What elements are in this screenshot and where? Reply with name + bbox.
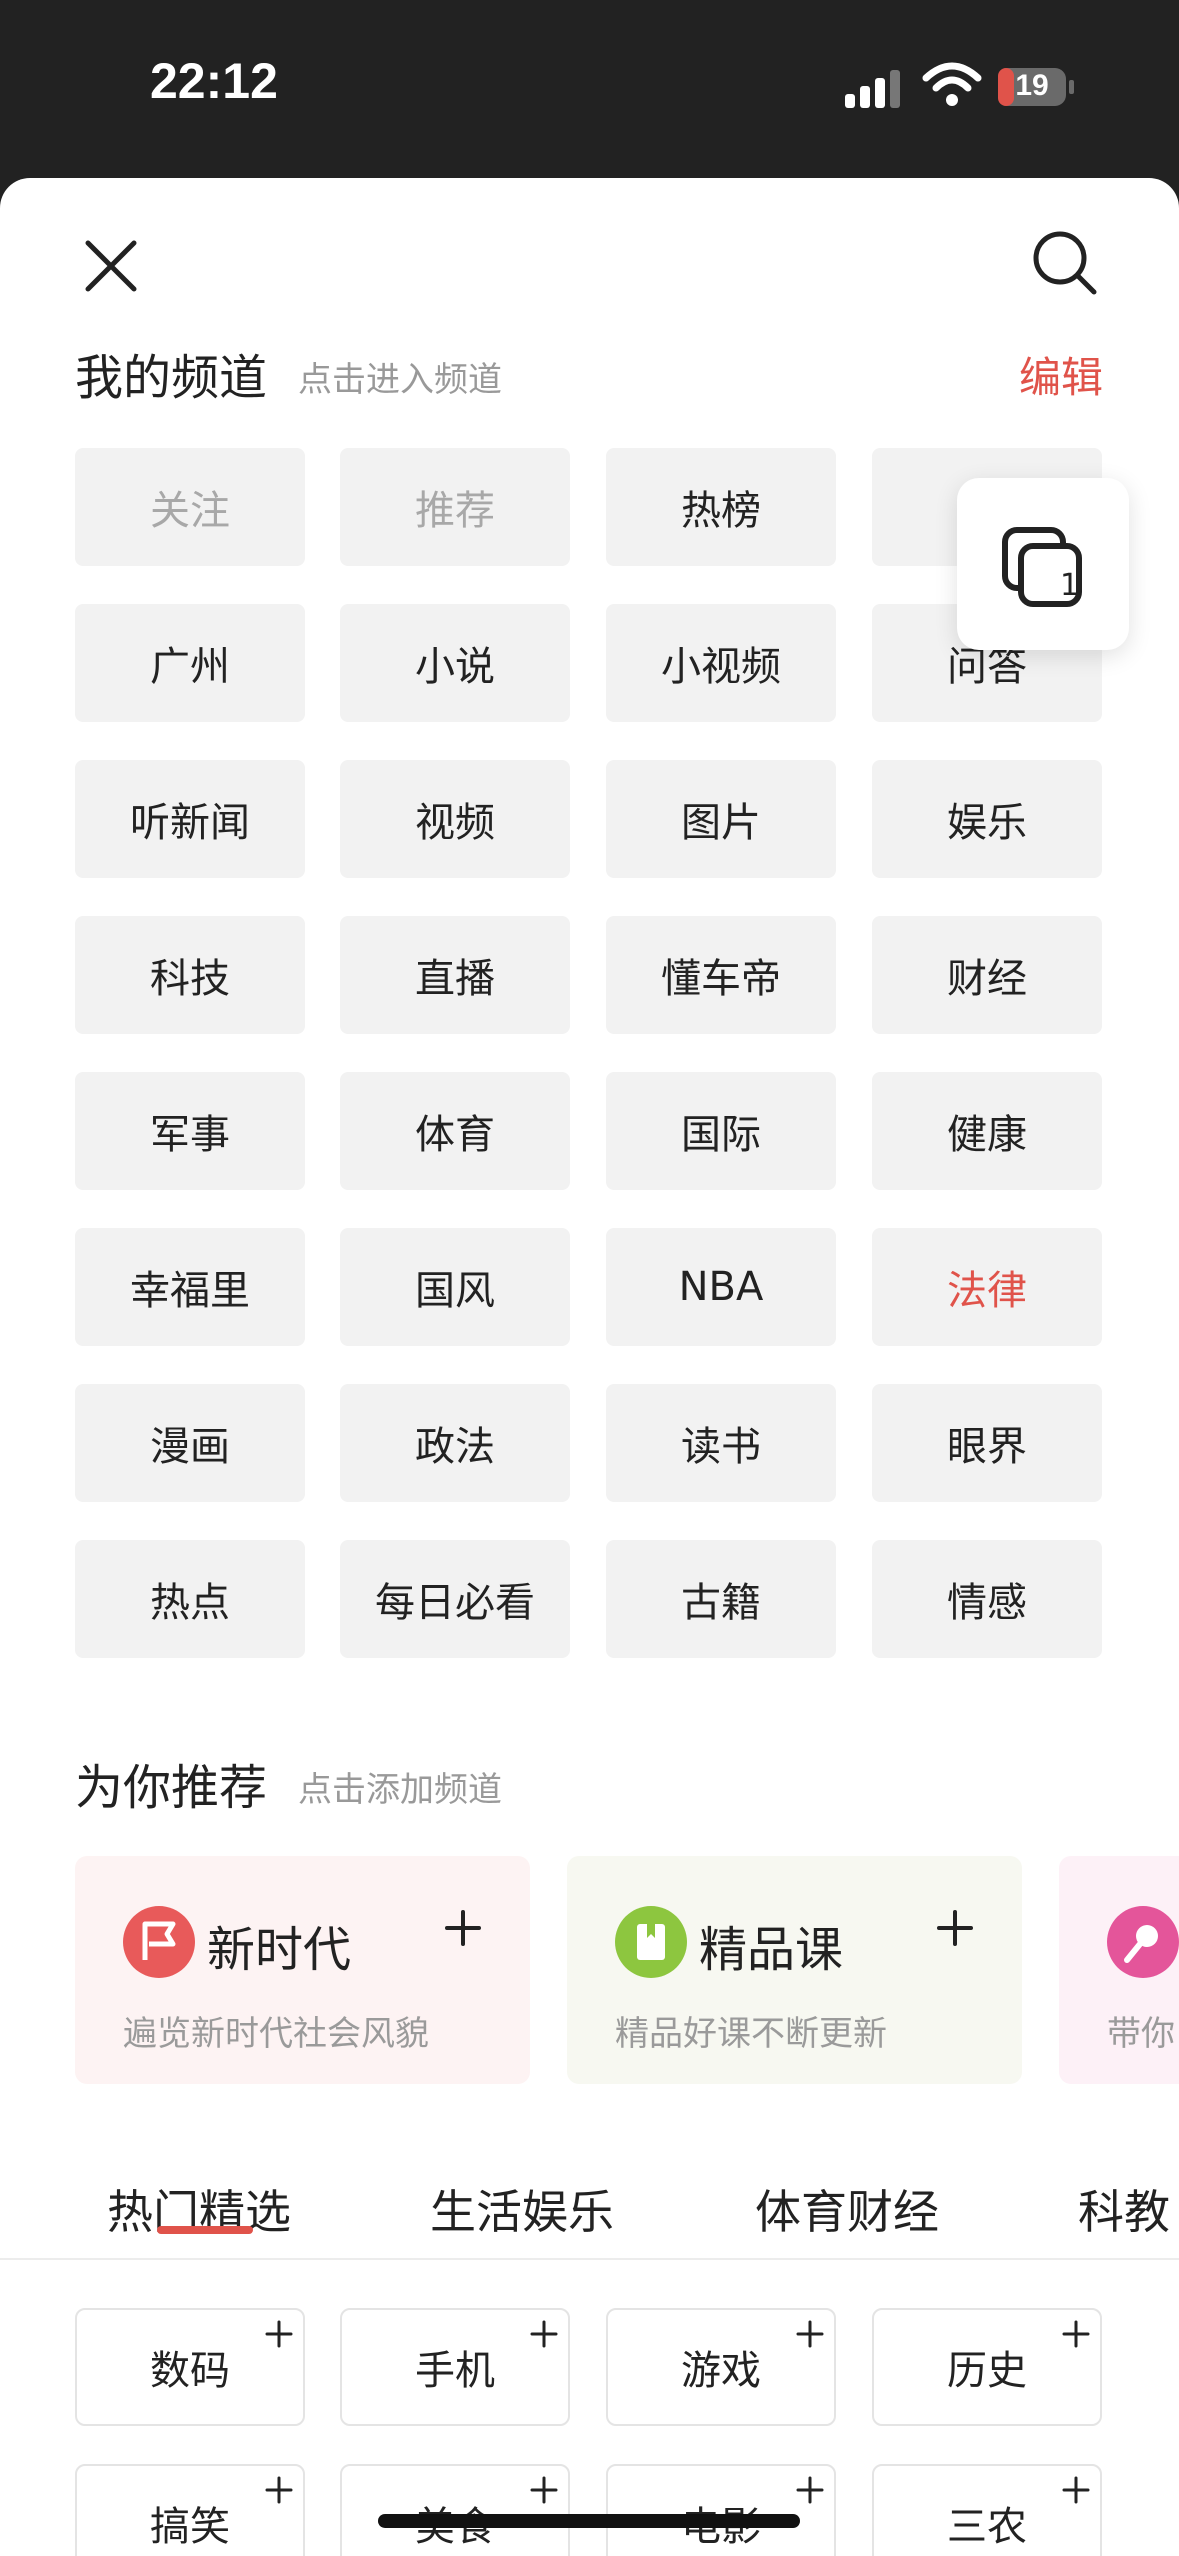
channel-tile[interactable]: 直播 — [340, 916, 570, 1034]
microphone-icon — [1107, 1906, 1179, 1978]
close-icon[interactable] — [78, 233, 144, 299]
plus-icon[interactable] — [443, 1908, 483, 1948]
add-channel-tile[interactable]: 手机 — [340, 2308, 570, 2426]
plus-icon — [265, 2476, 293, 2504]
add-channel-label: 游戏 — [681, 2348, 761, 2394]
channel-tile[interactable]: 古籍 — [606, 1540, 836, 1658]
channel-tile[interactable]: 小说 — [340, 604, 570, 722]
plus-icon — [530, 2476, 558, 2504]
channel-tile[interactable]: 政法 — [340, 1384, 570, 1502]
channel-tile[interactable]: 国风 — [340, 1228, 570, 1346]
add-channel-label: 历史 — [947, 2348, 1027, 2394]
recommend-card[interactable]: 新时代遍览新时代社会风貌 — [75, 1856, 530, 2084]
add-channel-tile[interactable]: 三农 — [872, 2464, 1102, 2556]
recommend-card-title: 精品课 — [699, 1922, 844, 1978]
active-tab-indicator — [157, 2226, 253, 2234]
add-channel-label: 数码 — [150, 2348, 230, 2394]
category-tabs: 热门精选 生活娱乐 体育财经 科教 — [0, 2158, 1179, 2260]
recommend-card-subtitle: 遍览新时代社会风貌 — [123, 2014, 429, 2054]
channel-tile[interactable]: 眼界 — [872, 1384, 1102, 1502]
search-icon[interactable] — [1030, 228, 1100, 298]
plus-icon — [796, 2476, 824, 2504]
floating-card-count: 1 — [1060, 568, 1080, 603]
channel-tile[interactable]: 视频 — [340, 760, 570, 878]
add-channel-tile[interactable]: 数码 — [75, 2308, 305, 2426]
cellular-signal-icon — [845, 70, 900, 108]
status-bar: 22:12 19 — [0, 0, 1179, 178]
recommend-card-subtitle: 精品好课不断更新 — [615, 2014, 887, 2054]
channel-tile[interactable]: 懂车帝 — [606, 916, 836, 1034]
recommend-card[interactable]: 精品课精品好课不断更新 — [567, 1856, 1022, 2084]
my-channels-title: 我的频道 — [75, 350, 268, 406]
channel-sheet: 我的频道 点击进入频道 编辑 关注推荐热榜宠广州小说小视频问答听新闻视频图片娱乐… — [0, 178, 1179, 2556]
category-tab[interactable]: 科教 — [1078, 2176, 1170, 2242]
channel-tile[interactable]: 图片 — [606, 760, 836, 878]
home-indicator — [378, 2514, 800, 2528]
add-channel-tile[interactable]: 历史 — [872, 2308, 1102, 2426]
add-channel-label: 三农 — [947, 2504, 1027, 2550]
channel-tile[interactable]: NBA — [606, 1228, 836, 1346]
battery-level: 19 — [1015, 69, 1049, 102]
channel-tile[interactable]: 读书 — [606, 1384, 836, 1502]
channel-tile[interactable]: 漫画 — [75, 1384, 305, 1502]
my-channels-hint: 点击进入频道 — [298, 360, 502, 400]
channel-tile[interactable]: 推荐 — [340, 448, 570, 566]
channel-tile[interactable]: 财经 — [872, 916, 1102, 1034]
add-channel-tile[interactable]: 美食 — [340, 2464, 570, 2556]
channel-tile[interactable]: 关注 — [75, 448, 305, 566]
recommend-card-subtitle: 带你 — [1107, 2014, 1175, 2054]
copy-icon — [1002, 527, 1082, 607]
channel-tile[interactable]: 情感 — [872, 1540, 1102, 1658]
channel-tile[interactable]: 广州 — [75, 604, 305, 722]
category-tab[interactable]: 生活娱乐 — [430, 2176, 614, 2242]
status-time: 22:12 — [150, 53, 278, 109]
recommend-card-title: 新时代 — [207, 1922, 352, 1978]
add-channel-tile[interactable]: 电影 — [606, 2464, 836, 2556]
channel-tile[interactable]: 军事 — [75, 1072, 305, 1190]
category-tab[interactable]: 体育财经 — [755, 2176, 939, 2242]
recommend-cards: 新时代 遍览新时代社会风貌 精品课 精品好课不断更新 带你 — [75, 1856, 1179, 2084]
channel-tile[interactable]: 法律 — [872, 1228, 1102, 1346]
channel-tile[interactable]: 健康 — [872, 1072, 1102, 1190]
channel-tile[interactable]: 娱乐 — [872, 760, 1102, 878]
channel-tile[interactable]: 热点 — [75, 1540, 305, 1658]
wifi-icon — [922, 62, 982, 106]
plus-icon — [1062, 2476, 1090, 2504]
channel-tile[interactable]: 听新闻 — [75, 760, 305, 878]
add-channel-tile[interactable]: 搞笑 — [75, 2464, 305, 2556]
add-channel-tile[interactable]: 游戏 — [606, 2308, 836, 2426]
channel-tile[interactable]: 小视频 — [606, 604, 836, 722]
add-channel-label: 搞笑 — [150, 2504, 230, 2550]
recommend-title: 为你推荐 — [75, 1760, 268, 1816]
channel-tile[interactable]: 国际 — [606, 1072, 836, 1190]
recommend-card[interactable]: 带你 — [1059, 1856, 1179, 2084]
channel-tile[interactable]: 科技 — [75, 916, 305, 1034]
plus-icon[interactable] — [935, 1908, 975, 1948]
channel-tile[interactable]: 每日必看 — [340, 1540, 570, 1658]
channel-tile[interactable]: 热榜 — [606, 448, 836, 566]
edit-button[interactable]: 编辑 — [1019, 344, 1103, 405]
channel-tile[interactable]: 体育 — [340, 1072, 570, 1190]
flag-icon — [123, 1906, 195, 1978]
plus-icon — [1062, 2320, 1090, 2348]
plus-icon — [796, 2320, 824, 2348]
floating-copy-card[interactable]: 1 — [957, 478, 1129, 650]
book-icon — [615, 1906, 687, 1978]
plus-icon — [265, 2320, 293, 2348]
channel-tile[interactable]: 幸福里 — [75, 1228, 305, 1346]
battery-indicator: 19 — [997, 66, 1075, 108]
add-channel-label: 手机 — [415, 2348, 495, 2394]
recommend-hint: 点击添加频道 — [298, 1770, 502, 1810]
plus-icon — [530, 2320, 558, 2348]
